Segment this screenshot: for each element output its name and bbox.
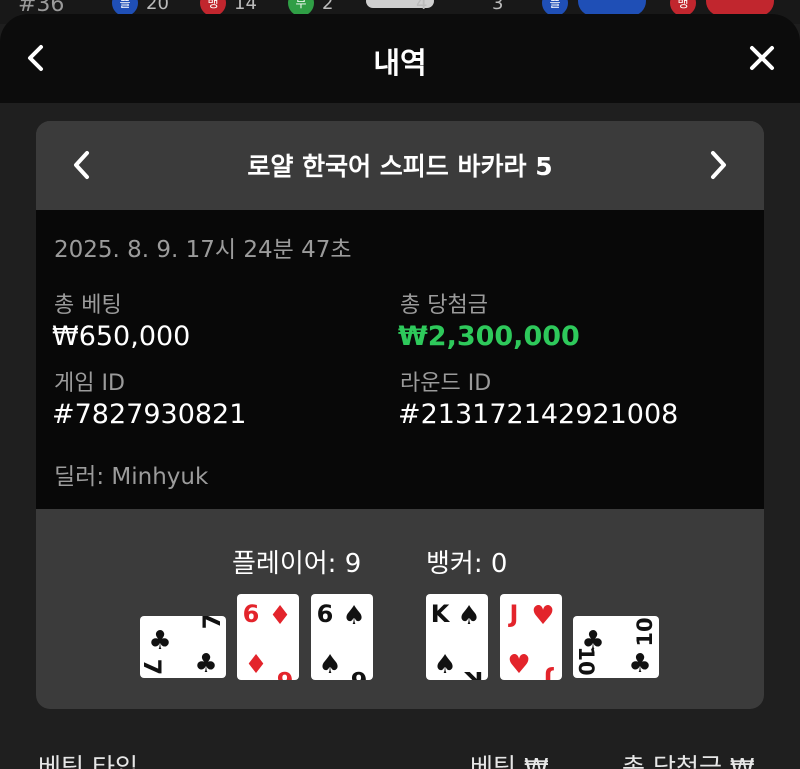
game-id-label: 게임 ID — [54, 371, 125, 396]
player-card-2-rank-mirror: 6 — [277, 666, 294, 680]
game-navigator: 로얄 한국어 스피드 바카라 5 — [36, 121, 764, 210]
club-suit-icon: ♣ — [148, 626, 171, 656]
spade-suit-icon: ♠ — [318, 650, 341, 680]
banker-card-2-rank-mirror: J — [544, 666, 555, 680]
round-details: 2025. 8. 9. 17시 24분 47초 총 베팅 ₩650,000 총 … — [36, 210, 764, 509]
close-button[interactable] — [742, 38, 782, 78]
total-bet-value: ₩650,000 — [52, 321, 191, 352]
player-count: 20 — [146, 0, 169, 14]
banker-card-1-rank-mirror: K — [463, 666, 483, 680]
banker-card-2: J ♥ ♥ J — [500, 594, 562, 680]
player-card-1-face: ♣ 7 7 ♣ — [140, 616, 226, 678]
banker-card-2-face: J ♥ ♥ J — [507, 600, 555, 680]
banker-card-3-face: ♣ 10 10 ♣ — [574, 617, 657, 678]
total-win-label: 총 당첨금 — [400, 293, 488, 318]
round-id-value: #213172142921008 — [398, 399, 679, 430]
total-win-column-header: 총 당첨금 ₩ — [622, 753, 755, 769]
player-card-1-rank-mirror: 7 — [198, 616, 226, 629]
player-card-1: ♣ 7 7 ♣ — [140, 616, 226, 678]
round-timestamp: 2025. 8. 9. 17시 24분 47초 — [54, 237, 352, 263]
round-detail-card: 로얄 한국어 스피드 바카라 5 2025. 8. 9. 17시 24분 47초… — [36, 121, 764, 709]
tie-count: 2 — [322, 0, 334, 14]
history-sheet: 내역 로얄 한국어 스피드 바카라 5 2025. 8. 9. 17시 24분 … — [0, 14, 800, 769]
banker-card-3-rank: 10 — [574, 646, 598, 675]
bet-amount-column-header: 베팅 ₩ — [470, 753, 549, 769]
heart-suit-icon: ♥ — [531, 601, 554, 631]
round-id-label: 라운드 ID — [400, 371, 492, 396]
sheet-header: 내역 — [0, 14, 800, 103]
player-card-2: 6 ♦ ♦ 6 — [237, 594, 299, 680]
player-card-1-rank: 7 — [140, 659, 166, 676]
banker-card-2-rank: J — [508, 600, 519, 628]
player-card-3-face: 6 ♠ ♠ 6 — [317, 600, 368, 680]
bet-type-column-header: 베팅 타입 — [38, 753, 138, 769]
banker-card-1-face: K ♠ ♠ K — [431, 600, 484, 680]
chevron-right-icon — [711, 151, 726, 179]
spade-suit-icon: ♠ — [433, 650, 456, 680]
total-bet-label: 총 베팅 — [54, 293, 122, 318]
total-win-value: ₩2,300,000 — [398, 321, 580, 352]
heart-suit-icon: ♥ — [507, 650, 530, 680]
banker-card-1-rank: K — [431, 600, 451, 628]
game-name: 로얄 한국어 스피드 바카라 5 — [247, 152, 553, 181]
player-card-3-rank: 6 — [317, 600, 334, 628]
game-id-value: #7827930821 — [52, 399, 247, 430]
player-score: 플레이어: 9 — [232, 549, 362, 579]
banker-score: 뱅커: 0 — [426, 549, 508, 579]
banker-card-1: K ♠ ♠ K — [426, 594, 488, 680]
banker-card-3: ♣ 10 10 ♣ — [573, 616, 659, 678]
diamond-suit-icon: ♦ — [244, 650, 267, 680]
club-suit-icon: ♣ — [194, 649, 217, 678]
close-icon — [750, 46, 774, 70]
dealer-name: 딜러: Minhyuk — [54, 464, 209, 490]
player-card-3: 6 ♠ ♠ 6 — [311, 594, 373, 680]
player-card-2-rank: 6 — [243, 600, 260, 628]
banker-card-3-rank-mirror: 10 — [633, 617, 657, 646]
round-result: 플레이어: 9 뱅커: 0 ♣ 7 7 ♣ 6 ♦ ♦ 6 6 ♠ ♠ 6 K … — [36, 509, 764, 709]
spade-suit-icon: ♠ — [342, 601, 365, 631]
player-card-3-rank-mirror: 6 — [351, 666, 368, 680]
club-suit-icon: ♣ — [628, 649, 651, 678]
diamond-suit-icon: ♦ — [268, 601, 291, 631]
page-title: 내역 — [373, 46, 427, 80]
banker-count: 14 — [234, 0, 257, 14]
next-round-button[interactable] — [698, 145, 738, 185]
spade-suit-icon: ♠ — [457, 601, 480, 631]
player-card-2-face: 6 ♦ ♦ 6 — [243, 600, 294, 680]
